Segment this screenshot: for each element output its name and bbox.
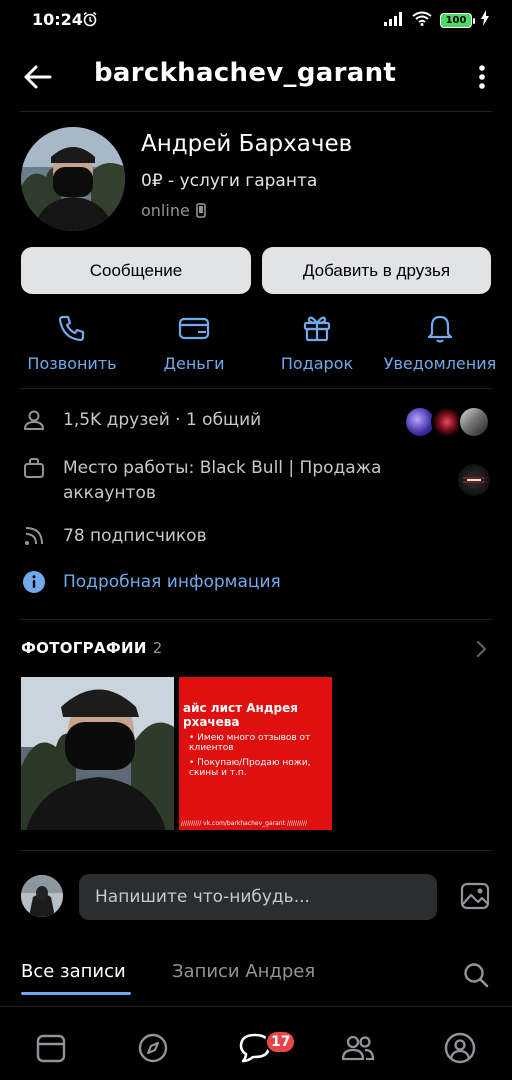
signal-icon bbox=[384, 11, 404, 30]
charging-icon bbox=[480, 10, 490, 30]
work-text: Место работы: Black Bull | Продажа аккау… bbox=[63, 458, 382, 503]
divider bbox=[20, 111, 492, 112]
phone-icon bbox=[54, 310, 90, 346]
active-tab-indicator bbox=[21, 992, 131, 995]
news-icon[interactable] bbox=[34, 1031, 68, 1065]
bell-icon bbox=[422, 310, 458, 346]
mobile-icon bbox=[196, 203, 206, 218]
details-link[interactable]: Подробная информация bbox=[63, 570, 281, 595]
tab-andrey-posts[interactable]: Записи Андрея bbox=[172, 961, 315, 982]
top-bar: barckhachev_garant bbox=[0, 48, 512, 104]
profile-icon[interactable] bbox=[443, 1031, 477, 1065]
page-title: barckhachev_garant bbox=[94, 58, 397, 88]
online-label: online bbox=[141, 201, 190, 220]
notifications-action[interactable]: Уведомления bbox=[380, 310, 500, 373]
message-button[interactable]: Сообщение bbox=[21, 247, 251, 294]
friends-row[interactable]: 1,5K друзей · 1 общий bbox=[22, 408, 261, 433]
divider bbox=[20, 850, 492, 851]
mutual-friends-avatars[interactable] bbox=[404, 406, 490, 438]
call-action[interactable]: Позвонить bbox=[12, 310, 132, 373]
gift-icon bbox=[299, 310, 335, 346]
details-row[interactable]: Подробная информация bbox=[22, 570, 281, 595]
photo-card-item: • Имею много отзывов от клиентов bbox=[189, 733, 311, 753]
search-icon[interactable] bbox=[462, 961, 490, 989]
rss-icon bbox=[22, 524, 46, 548]
user-icon bbox=[22, 408, 46, 432]
work-row[interactable]: Место работы: Black Bull | Продажа аккау… bbox=[22, 456, 403, 506]
photo-thumbnail[interactable] bbox=[21, 677, 174, 830]
photo-card-footer: ////////// vk.com/barkhachev_garant ////… bbox=[181, 820, 308, 827]
action-bar: Позвонить Деньги Подарок Уведомления bbox=[0, 310, 512, 374]
messages-badge: 17 bbox=[265, 1030, 297, 1054]
chevron-right-icon[interactable] bbox=[474, 639, 488, 659]
money-action[interactable]: Деньги bbox=[134, 310, 254, 373]
back-arrow-icon[interactable] bbox=[20, 60, 54, 94]
photo-card-item: • Покупаю/Продаю ножи, скины и т.п. bbox=[189, 758, 311, 778]
friend-avatar bbox=[458, 406, 490, 438]
add-friend-button[interactable]: Добавить в друзья bbox=[262, 247, 491, 294]
battery-icon: 100 bbox=[440, 12, 475, 28]
divider bbox=[20, 619, 492, 620]
profile-status: 0₽ - услуги гаранта bbox=[141, 171, 318, 191]
discover-icon[interactable] bbox=[136, 1031, 170, 1065]
photo-thumbnail[interactable]: айс лист Андрея рхачева • Имею много отз… bbox=[179, 677, 332, 830]
followers-text: 78 подписчиков bbox=[63, 526, 207, 546]
more-vertical-icon[interactable] bbox=[472, 62, 492, 92]
followers-row[interactable]: 78 подписчиков bbox=[22, 524, 207, 549]
photo-card-list: • Имею много отзывов от клиентов • Покуп… bbox=[189, 733, 329, 783]
call-label: Позвонить bbox=[27, 354, 117, 373]
bottom-nav bbox=[0, 1006, 512, 1080]
friends-icon[interactable] bbox=[341, 1031, 375, 1065]
status-bar: 10:24 100 bbox=[0, 0, 512, 40]
money-label: Деньги bbox=[163, 354, 225, 373]
divider bbox=[20, 388, 492, 389]
profile-name: Андрей Бархачев bbox=[141, 131, 353, 157]
status-time: 10:24 bbox=[32, 10, 83, 29]
friends-text: 1,5K друзей · 1 общий bbox=[63, 410, 262, 430]
avatar[interactable] bbox=[21, 127, 125, 231]
gift-label: Подарок bbox=[280, 354, 354, 373]
gift-action[interactable]: Подарок bbox=[257, 310, 377, 373]
photos-title: ФОТОГРАФИИ bbox=[21, 639, 147, 657]
money-icon bbox=[176, 310, 212, 346]
my-avatar[interactable] bbox=[21, 875, 63, 917]
notifications-label: Уведомления bbox=[383, 354, 497, 373]
online-status: online bbox=[141, 201, 206, 220]
work-logo-icon bbox=[458, 464, 490, 496]
photo-card-title: айс лист Андрея рхачева bbox=[183, 701, 298, 729]
alarm-icon bbox=[82, 11, 98, 31]
post-composer-input[interactable]: Напишите что-нибудь... bbox=[79, 874, 437, 920]
tab-all-posts[interactable]: Все записи bbox=[21, 961, 126, 982]
info-icon bbox=[22, 570, 46, 594]
photos-header[interactable]: ФОТОГРАФИИ 2 bbox=[21, 639, 163, 657]
briefcase-icon bbox=[22, 456, 46, 480]
wifi-icon bbox=[412, 11, 432, 30]
image-icon[interactable] bbox=[460, 881, 490, 911]
photos-count: 2 bbox=[152, 639, 163, 657]
